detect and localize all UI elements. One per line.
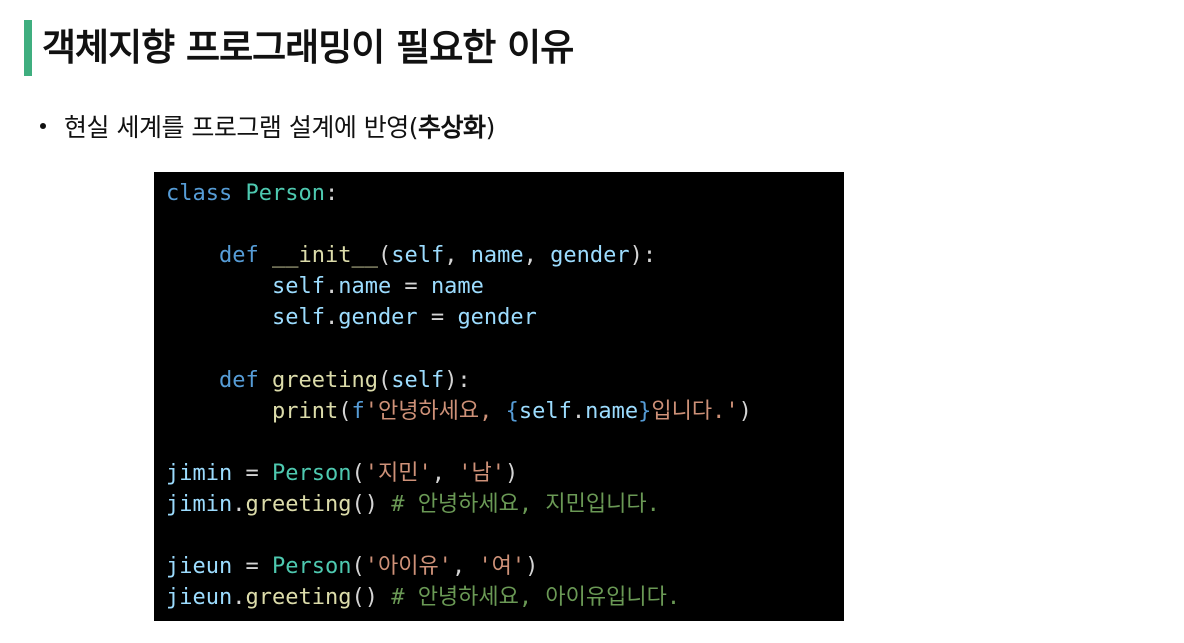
code-token: . xyxy=(324,274,339,300)
code-token: Person xyxy=(271,460,352,486)
code-token: = xyxy=(232,554,272,580)
code-token: . xyxy=(232,585,246,611)
code-line: def greeting(self): xyxy=(166,365,844,396)
code-token: ) xyxy=(738,398,752,424)
bullet-dot-icon xyxy=(40,123,46,129)
code-token: () xyxy=(351,585,392,611)
code-token: ( xyxy=(351,554,365,580)
code-line: jimin.greeting() # 안녕하세요, 지민입니다. xyxy=(166,489,844,520)
code-token: : xyxy=(324,181,339,206)
code-token: name xyxy=(338,274,392,300)
code-token: name xyxy=(430,274,484,300)
bullet-item: 현실 세계를 프로그램 설계에 반영(추상화) xyxy=(40,108,495,148)
code-token: __init__ xyxy=(271,243,378,269)
code-token: '아이유' xyxy=(364,554,452,580)
code-token: f xyxy=(351,398,365,424)
code-token: = xyxy=(417,305,458,331)
code-token: . xyxy=(232,491,246,517)
code-token: = xyxy=(391,274,431,300)
code-token: { xyxy=(505,398,519,424)
code-line: def __init__(self, name, gender): xyxy=(166,240,844,271)
code-token: jieun xyxy=(166,554,233,580)
code-token: ( xyxy=(351,460,365,486)
code-line: jieun.greeting() # 안녕하세요, 아이유입니다. xyxy=(166,582,844,613)
code-line: self.gender = gender xyxy=(166,302,844,333)
code-line: class Person: xyxy=(166,178,844,209)
code-token: , xyxy=(451,554,479,580)
code-line: jieun = Person('아이유', '여') xyxy=(166,551,844,582)
code-token: = xyxy=(232,460,272,486)
code-token: '남' xyxy=(458,460,505,486)
code-token: () xyxy=(351,491,392,517)
code-token: '여' xyxy=(478,554,526,580)
code-token: self xyxy=(271,274,325,300)
bullet-close: ) xyxy=(485,113,496,142)
code-token: self xyxy=(391,367,445,393)
code-token: ) xyxy=(504,460,519,486)
code-token: self xyxy=(271,305,325,331)
code-token: ( xyxy=(377,243,392,269)
code-token: gender xyxy=(457,305,537,331)
code-token: greeting xyxy=(245,491,352,517)
code-token: name xyxy=(585,398,639,424)
code-token: , xyxy=(431,460,459,486)
code-token: , xyxy=(523,243,551,269)
code-line: self.name = name xyxy=(166,271,844,302)
code-token: jimin xyxy=(166,491,233,517)
code-token: greeting xyxy=(271,367,378,393)
bullet-text: 현실 세계를 프로그램 설계에 반영( xyxy=(64,113,419,142)
code-line: jimin = Person('지민', '남') xyxy=(166,458,844,489)
code-token: self xyxy=(518,398,572,424)
code-token: ): xyxy=(444,367,471,393)
code-token: gender xyxy=(338,305,418,331)
code-token: ) xyxy=(525,554,539,580)
code-token: ( xyxy=(338,398,352,424)
code-token: Person xyxy=(245,181,325,206)
code-token: print xyxy=(271,398,339,424)
code-line: print(f'안녕하세요, {self.name}입니다.') xyxy=(166,396,844,427)
code-token: , xyxy=(444,243,471,269)
code-token: # 안녕하세요, 아이유입니다. xyxy=(391,585,681,611)
code-token: greeting xyxy=(245,585,352,611)
code-token: def xyxy=(218,243,259,269)
code-token: . xyxy=(571,398,586,424)
code-token: ( xyxy=(377,367,392,393)
code-token: def xyxy=(218,367,259,393)
code-token: '안녕하세요, xyxy=(364,398,506,424)
code-block: class Person: def __init__(self, name, g… xyxy=(154,172,844,621)
code-token: } xyxy=(638,398,652,424)
code-token: jieun xyxy=(166,585,233,611)
title-accent-bar xyxy=(24,20,32,76)
code-token: name xyxy=(470,243,524,269)
slide-title: 객체지향 프로그래밍이 필요한 이유 xyxy=(42,26,574,69)
code-token: . xyxy=(324,305,339,331)
code-token: # 안녕하세요, 지민입니다. xyxy=(391,491,660,517)
code-token: gender xyxy=(550,243,630,269)
code-token: '지민' xyxy=(364,460,432,486)
code-token: ): xyxy=(629,243,657,269)
code-token: self xyxy=(391,243,445,269)
bullet-emphasis: 추상화 xyxy=(418,113,486,142)
code-token: jimin xyxy=(166,460,233,486)
code-token: Person xyxy=(271,554,352,580)
code-token: 입니다.' xyxy=(651,398,739,424)
code-token: class xyxy=(166,181,233,206)
